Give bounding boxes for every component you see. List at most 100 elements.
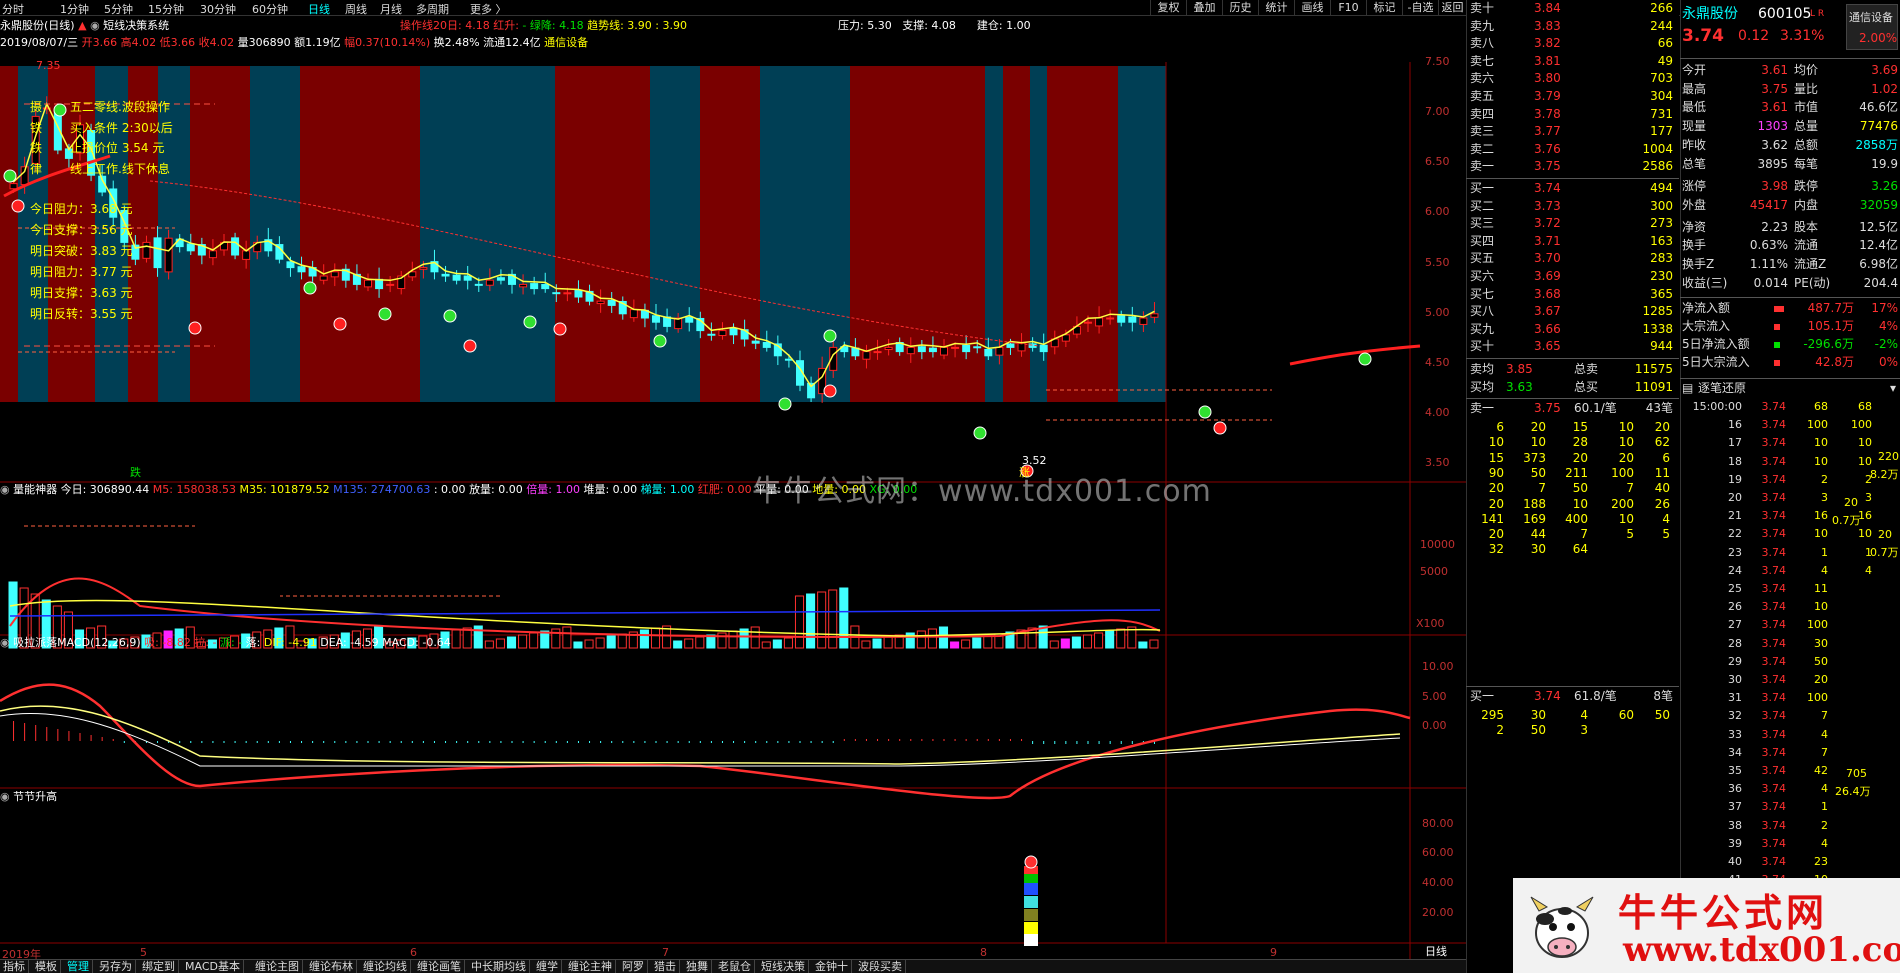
tick-vol: 30 bbox=[1814, 636, 1828, 650]
formula-tab-10[interactable]: 中长期均线 bbox=[468, 960, 530, 973]
ask-row[interactable]: 卖三 3.77 177 bbox=[1470, 123, 1675, 140]
vol-m5: M5: 158038.53 bbox=[152, 483, 236, 496]
stock-title: 永鼎股份(日线) bbox=[0, 19, 75, 32]
sector-box[interactable]: 通信设备 2.00% bbox=[1846, 4, 1898, 50]
candle-body bbox=[629, 309, 638, 319]
bid-row[interactable]: 买四 3.71 163 bbox=[1470, 233, 1675, 250]
period-tab-10[interactable]: 更多 〉 bbox=[470, 1, 507, 17]
period-tab-1[interactable]: 1分钟 bbox=[60, 1, 89, 17]
formula-tab-5[interactable]: MACD基本 bbox=[182, 960, 244, 973]
settings-icon[interactable]: ◉ bbox=[90, 19, 100, 32]
ask-row[interactable]: 卖六 3.80 703 bbox=[1470, 70, 1675, 87]
tick-scroll-icon[interactable]: ▾ bbox=[1890, 380, 1896, 397]
bid-row[interactable]: 买二 3.73 300 bbox=[1470, 198, 1675, 215]
formula-tab-18[interactable]: 金钟十 bbox=[812, 960, 852, 973]
bid-row[interactable]: 买十 3.65 944 bbox=[1470, 338, 1675, 355]
flow-label: 大宗流入 bbox=[1682, 319, 1731, 333]
formula-tab-1[interactable]: 模板 bbox=[32, 960, 61, 973]
formula-tab-4[interactable]: 绑定到 bbox=[139, 960, 179, 973]
toolbar-button-2[interactable]: 历史 bbox=[1222, 0, 1258, 16]
formula-tab-6[interactable]: 缠论主图 bbox=[252, 960, 303, 973]
candle-body bbox=[530, 283, 539, 290]
bid-row[interactable]: 买八 3.67 1285 bbox=[1470, 303, 1675, 320]
stat-label: 涨停 bbox=[1682, 179, 1707, 194]
stat-label2: 均价 bbox=[1794, 63, 1819, 77]
ask-row[interactable]: 卖九 3.83 244 bbox=[1470, 18, 1675, 35]
flow-row: 5日净流入额 -296.6万 -2% bbox=[1682, 336, 1898, 353]
price-tick: 5.50 bbox=[1425, 255, 1450, 269]
toolbar-button-1[interactable]: 叠加 bbox=[1186, 0, 1222, 16]
toolbar-button-7[interactable]: -自选 bbox=[1402, 0, 1438, 16]
formula-tab-17[interactable]: 短线决策 bbox=[758, 960, 809, 973]
jj-settings-icon[interactable]: ◉ bbox=[0, 790, 10, 803]
tick-list-icon[interactable]: ▤ bbox=[1682, 380, 1693, 397]
formula-tab-3[interactable]: 另存为 bbox=[96, 960, 136, 973]
ask-row[interactable]: 卖五 3.79 304 bbox=[1470, 88, 1675, 105]
toolbar-button-8[interactable]: 返回 bbox=[1438, 0, 1466, 16]
formula-tab-15[interactable]: 独舞 bbox=[683, 960, 712, 973]
formula-tab-0[interactable]: 指标 bbox=[0, 960, 29, 973]
formula-tab-7[interactable]: 缠论布林 bbox=[306, 960, 357, 973]
bid-row[interactable]: 买三 3.72 273 bbox=[1470, 215, 1675, 232]
queue-volume: 200 bbox=[1611, 496, 1634, 511]
bid-row[interactable]: 买五 3.70 283 bbox=[1470, 250, 1675, 267]
formula-tab-11[interactable]: 缠学 bbox=[533, 960, 562, 973]
formula-tab-bar: 指标 模板 管理 另存为 绑定到 MACD基本 缠论主图 缠论布林 缠论均线 缠论画笔 中长期均线缠… bbox=[0, 959, 1466, 973]
toolbar-button-4[interactable]: 画线 bbox=[1294, 0, 1330, 16]
candle-body bbox=[485, 279, 494, 286]
macd-settings-icon[interactable]: ◉ bbox=[0, 636, 10, 649]
candle-body bbox=[1039, 344, 1048, 353]
formula-tab-2[interactable]: 管理 bbox=[64, 960, 93, 973]
volume-bar bbox=[828, 589, 838, 649]
period-tab-8[interactable]: 月线 bbox=[380, 1, 402, 17]
formula-tab-8[interactable]: 缠论均线 bbox=[360, 960, 411, 973]
formula-tab-14[interactable]: 猎击 bbox=[651, 960, 680, 973]
vol-settings-icon[interactable]: ◉ bbox=[0, 483, 10, 496]
ask-row[interactable]: 卖四 3.78 731 bbox=[1470, 106, 1675, 123]
ask-row[interactable]: 卖七 3.81 49 bbox=[1470, 53, 1675, 70]
ask-row[interactable]: 卖八 3.82 66 bbox=[1470, 35, 1675, 52]
candle-body bbox=[319, 275, 328, 281]
bar-high: 高4.02 bbox=[120, 36, 157, 49]
total-value: 11575 bbox=[1634, 362, 1673, 376]
toolbar-button-5[interactable]: F10 bbox=[1330, 0, 1366, 16]
queue-volume: 7 bbox=[1538, 481, 1546, 496]
bid-row[interactable]: 买六 3.69 230 bbox=[1470, 268, 1675, 285]
period-tab-9[interactable]: 多周期 bbox=[416, 1, 449, 17]
formula-tab-16[interactable]: 老鼠仓 bbox=[715, 960, 755, 973]
ask-row[interactable]: 卖一 3.75 2586 bbox=[1470, 158, 1675, 175]
period-tab-7[interactable]: 周线 bbox=[345, 1, 367, 17]
candle-body bbox=[375, 278, 384, 290]
bid-row[interactable]: 买九 3.66 1338 bbox=[1470, 321, 1675, 338]
candle-body bbox=[1150, 313, 1159, 318]
queue-volume: 32 bbox=[1488, 542, 1504, 557]
ask-row[interactable]: 卖二 3.76 1004 bbox=[1470, 141, 1675, 158]
period-tab-3[interactable]: 15分钟 bbox=[148, 1, 184, 17]
queue-count: 8笔 bbox=[1653, 689, 1673, 703]
toolbar-button-6[interactable]: 标记 bbox=[1366, 0, 1402, 16]
period-tab-2[interactable]: 5分钟 bbox=[104, 1, 133, 17]
period-tab-5[interactable]: 60分钟 bbox=[252, 1, 288, 17]
queue-avg: 61.8/笔 bbox=[1574, 689, 1617, 703]
flow-label: 5日大宗流入 bbox=[1682, 355, 1750, 369]
toolbar-button-3[interactable]: 统计 bbox=[1258, 0, 1294, 16]
formula-tab-13[interactable]: 阿罗 bbox=[619, 960, 648, 973]
queue-volume: 44 bbox=[1530, 527, 1546, 542]
queue-row: 15 373 20 20 6 bbox=[1470, 451, 1675, 466]
time-axis-label[interactable]: 日线 bbox=[1425, 945, 1447, 958]
formula-tab-12[interactable]: 缠论主神 bbox=[565, 960, 616, 973]
book-level-name: 卖九 bbox=[1470, 18, 1495, 33]
bid-row[interactable]: 买七 3.68 365 bbox=[1470, 286, 1675, 303]
formula-tab-9[interactable]: 缠论画笔 bbox=[414, 960, 465, 973]
period-tab-0[interactable]: 分时 bbox=[2, 1, 24, 17]
bid-row[interactable]: 买一 3.74 494 bbox=[1470, 180, 1675, 197]
flow-row: 5日大宗流入 42.8万 0% bbox=[1682, 354, 1898, 371]
tick-vol: 100 bbox=[1807, 418, 1828, 432]
ask-row[interactable]: 卖十 3.84 266 bbox=[1470, 0, 1675, 17]
period-tab-4[interactable]: 30分钟 bbox=[200, 1, 236, 17]
background-band bbox=[700, 66, 760, 402]
period-tab-6[interactable]: 日线 bbox=[308, 1, 330, 17]
toolbar-button-0[interactable]: 复权 bbox=[1150, 0, 1186, 16]
formula-tab-19[interactable]: 波段买卖 bbox=[855, 960, 906, 973]
candle-body bbox=[685, 316, 694, 323]
